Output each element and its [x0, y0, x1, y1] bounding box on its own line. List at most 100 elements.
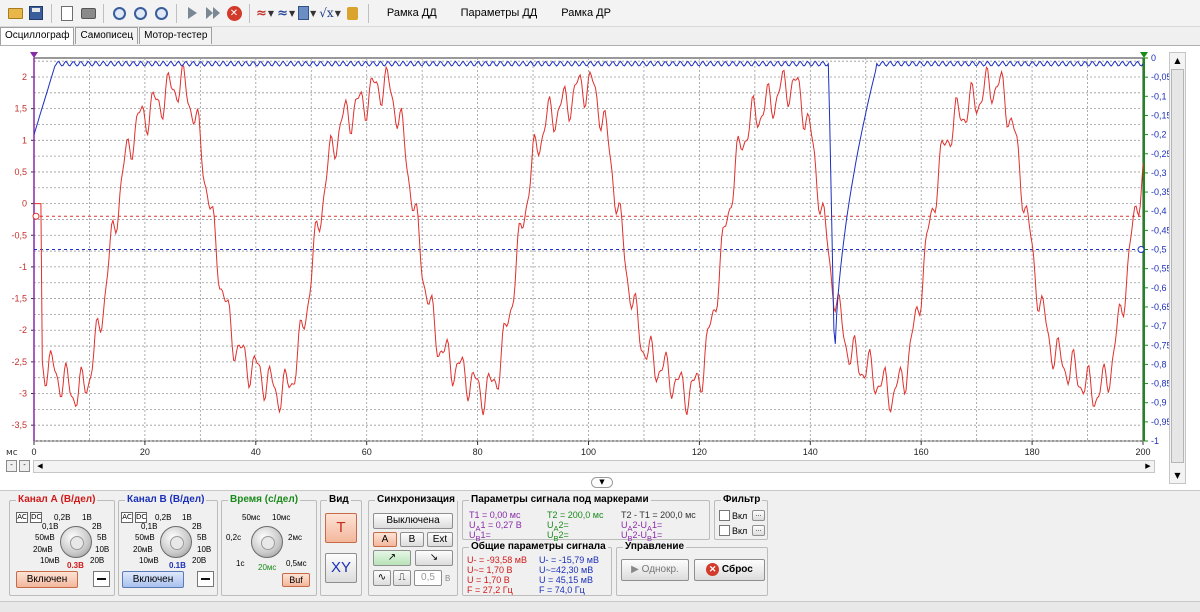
y-left-tick-label: 0,5: [14, 167, 27, 177]
collapse-panel-button[interactable]: ▼: [591, 477, 613, 488]
zoom-mini-buttons: - -: [6, 460, 32, 472]
frame-dr-button[interactable]: Рамка ДР: [561, 7, 611, 19]
channel-a-selected-scale: 0.3В: [67, 561, 84, 570]
scale-label: 20мВ: [33, 545, 53, 554]
horizontal-scrollbar[interactable]: ◀ ▶: [33, 460, 1155, 473]
sync-state-button[interactable]: Выключена: [373, 513, 453, 529]
filter-a-label: Вкл: [732, 511, 748, 521]
auto-sync-button[interactable]: ∿: [373, 570, 391, 586]
y-left-tick-label: -2,5: [11, 357, 27, 367]
b-u: U = 45,15 мВ: [539, 575, 593, 585]
x-tick-label: 60: [362, 447, 372, 457]
marker-t2-handle: [1140, 52, 1148, 58]
frame-dd-button[interactable]: Рамка ДД: [387, 7, 437, 19]
print-preview-icon[interactable]: [58, 3, 76, 23]
status-bar: [0, 601, 1200, 612]
y-left-tick-label: -1,5: [11, 294, 27, 304]
buffer-button[interactable]: Buf: [282, 573, 310, 587]
scroll-thumb[interactable]: [1171, 69, 1184, 463]
scroll-down-icon[interactable]: ▼: [1170, 468, 1185, 483]
sync-source-ext-button[interactable]: Ext: [427, 532, 453, 547]
single-sync-button[interactable]: ⎍: [393, 570, 411, 586]
filter-b-settings-button[interactable]: ...: [752, 525, 765, 536]
filter-b-checkbox[interactable]: [719, 525, 730, 536]
zoom-fit-icon[interactable]: [131, 3, 149, 23]
vertical-scrollbar[interactable]: ▲ ▼: [1169, 52, 1186, 484]
scale-label: 1В: [182, 513, 192, 522]
xy-view-button[interactable]: XY: [325, 553, 357, 583]
time-view-button[interactable]: T: [325, 513, 357, 543]
filter-a-settings-button[interactable]: ...: [752, 510, 765, 521]
print-icon[interactable]: [79, 3, 97, 23]
chevron-down-icon: ▼: [267, 8, 275, 18]
channel-b-selected-scale: 0.1В: [169, 561, 186, 570]
channel-b-scale-knob[interactable]: [160, 526, 192, 558]
filter-a-checkbox[interactable]: [719, 510, 730, 521]
x-tick-label: 80: [473, 447, 483, 457]
toolbar-separator: [103, 3, 104, 23]
time-group: Время (с/дел) 50мс 10мс 0,2с 2мс 1с 0,5м…: [221, 494, 317, 596]
dt-value: T2 - T1 = 200,0 мс: [621, 510, 696, 520]
wave-icon: ∿: [377, 572, 387, 583]
tab-oscilloscope[interactable]: Осциллограф: [0, 27, 75, 46]
scale-label: 0,5мс: [286, 559, 307, 568]
scale-label: 0,2В: [54, 513, 71, 522]
chevron-down-icon: ▼: [310, 8, 317, 18]
view-group: Вид T XY: [320, 494, 362, 596]
x-tick-label: 140: [803, 447, 818, 457]
zoom-out-x-button[interactable]: -: [6, 460, 17, 472]
a-u: U = 1,70 В: [467, 575, 510, 585]
tab-recorder[interactable]: Самописец: [75, 27, 139, 44]
general-params-title: Общие параметры сигнала: [469, 541, 608, 552]
channel-a-invert-button[interactable]: [93, 571, 110, 587]
channel-b-wave-icon[interactable]: ≈ ▼: [277, 3, 295, 23]
fast-forward-icon[interactable]: [204, 3, 222, 23]
calculator-icon[interactable]: ▼: [298, 3, 316, 23]
tab-motor-tester[interactable]: Мотор-тестер: [139, 27, 213, 44]
scale-label: 0,1В: [141, 522, 158, 531]
y-right-tick-label: -1: [1151, 436, 1159, 446]
channel-a-wave-icon[interactable]: ≈ ▼: [256, 3, 274, 23]
scale-label: 0,2В: [155, 513, 172, 522]
y-left-tick-label: -1: [19, 262, 27, 272]
zoom-in-icon[interactable]: [110, 3, 128, 23]
sync-source-a-button[interactable]: A: [373, 532, 397, 547]
x-tick-label: 0: [31, 447, 36, 457]
channel-b-invert-button[interactable]: [197, 571, 214, 587]
time-scale-knob[interactable]: [251, 526, 283, 558]
reset-button[interactable]: ✕ Сброс: [694, 559, 765, 581]
play-icon[interactable]: [183, 3, 201, 23]
channel-a-scale-knob[interactable]: [60, 526, 92, 558]
rising-edge-button[interactable]: ↗: [373, 550, 411, 566]
chevron-down-icon: ▼: [334, 8, 341, 18]
scroll-right-icon[interactable]: ▶: [1142, 461, 1154, 472]
channel-a-ac-button[interactable]: AC: [16, 512, 28, 523]
time-selected-scale: 20мс: [258, 563, 277, 572]
single-shot-button[interactable]: ▶ Однокр.: [621, 559, 689, 581]
oscilloscope-plot[interactable]: 2 1,5 1 0,5 0 -0,5 -1 -1,5 -2 -2,5 -3 -3,5 0 -0,05 -0,…: [0, 45, 1200, 490]
save-icon[interactable]: [27, 3, 45, 23]
play-icon: ▶: [631, 564, 639, 575]
speaker-icon[interactable]: [344, 3, 362, 23]
zoom-in-x-button[interactable]: -: [19, 460, 30, 472]
toolbar-separator: [249, 3, 250, 23]
params-dd-button[interactable]: Параметры ДД: [461, 7, 538, 19]
math-sqrt-icon[interactable]: √x ▼: [319, 3, 341, 23]
sync-level-input[interactable]: 0,5: [414, 570, 442, 586]
stop-icon[interactable]: ✕: [225, 3, 243, 23]
open-icon[interactable]: [6, 3, 24, 23]
x-tick-label: 200: [1135, 447, 1150, 457]
channel-a-enable-button[interactable]: Включен: [16, 571, 78, 588]
t2-value: T2 = 200,0 мс: [547, 510, 604, 520]
channel-a-dc-button[interactable]: DC: [30, 512, 42, 523]
falling-edge-button[interactable]: ↘: [415, 550, 453, 566]
sync-source-b-button[interactable]: B: [400, 532, 424, 547]
channel-b-enable-button[interactable]: Включен: [122, 571, 184, 588]
channel-b-ac-button[interactable]: AC: [121, 512, 133, 523]
zoom-settings-icon[interactable]: [152, 3, 170, 23]
falling-edge-icon: ↘: [429, 552, 439, 563]
b-f: F = 74,0 Гц: [539, 585, 585, 595]
y-left-tick-label: 1: [22, 135, 27, 145]
scroll-left-icon[interactable]: ◀: [34, 461, 46, 472]
scroll-up-icon[interactable]: ▲: [1170, 53, 1185, 68]
